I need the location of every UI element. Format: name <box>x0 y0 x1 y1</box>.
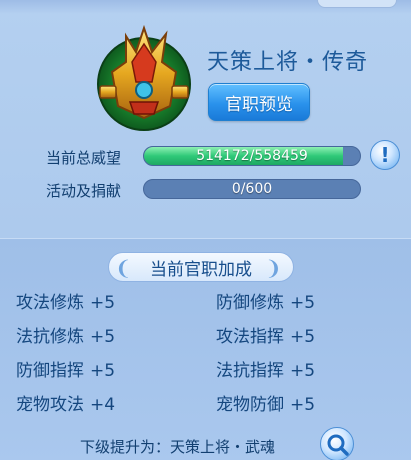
helmet-emblem-icon <box>96 22 192 132</box>
bonus-item: 防御修炼 +5 <box>216 288 315 313</box>
bonus-header: ❨ 当前官职加成 ❩ <box>108 252 294 282</box>
bonus-item-value: +5 <box>290 327 316 347</box>
bonus-item-value: +5 <box>290 361 316 381</box>
bonus-item-name: 法抗修炼 <box>16 327 84 347</box>
bonus-item-value: +5 <box>90 327 116 347</box>
rank-panel: 天策上将・传奇 官职预览 当前总威望 514172/558459 ! 活动及捐献… <box>0 0 411 460</box>
bonus-item-value: +5 <box>290 395 316 415</box>
prestige-label: 当前总威望 <box>46 149 122 167</box>
prestige-value: 514172/558459 <box>196 148 308 164</box>
bonus-item-name: 法抗指挥 <box>216 361 284 381</box>
bonus-item-value: +4 <box>90 395 116 415</box>
prestige-progress-bar: 514172/558459 <box>143 146 361 166</box>
bonus-item: 法抗修炼 +5 <box>16 322 115 347</box>
bonus-item-name: 防御修炼 <box>216 293 284 313</box>
bonus-item-name: 宠物攻法 <box>16 395 84 415</box>
swirl-right-icon: ❩ <box>265 256 282 280</box>
bonus-item-value: +5 <box>90 293 116 313</box>
swirl-left-icon: ❨ <box>115 256 132 280</box>
magnifier-icon[interactable] <box>320 427 354 460</box>
next-rank-text: 下级提升为：天策上将・武魂 <box>80 438 276 456</box>
donation-label: 活动及捐献 <box>46 182 122 200</box>
bonus-header-label: 当前官职加成 <box>150 259 252 280</box>
bonus-item-value: +5 <box>290 293 316 313</box>
bonus-item-name: 攻法指挥 <box>216 327 284 347</box>
bonus-item-name: 防御指挥 <box>16 361 84 381</box>
donation-progress-bar: 0/600 <box>143 179 361 199</box>
bonus-item-name: 攻法修炼 <box>16 293 84 313</box>
bonus-item-name: 宠物防御 <box>216 395 284 415</box>
bonus-item: 攻法指挥 +5 <box>216 322 315 347</box>
donation-value: 0/600 <box>231 181 273 197</box>
top-edge-button[interactable] <box>317 0 397 8</box>
bonus-item: 宠物攻法 +4 <box>16 390 115 415</box>
rank-title: 天策上将・传奇 <box>207 50 369 75</box>
bonus-item: 防御指挥 +5 <box>16 356 115 381</box>
bonus-item: 法抗指挥 +5 <box>216 356 315 381</box>
bonus-item: 宠物防御 +5 <box>216 390 315 415</box>
bonus-item: 攻法修炼 +5 <box>16 288 115 313</box>
exclamation-info-icon[interactable]: ! <box>370 140 400 170</box>
bonus-item-value: +5 <box>90 361 116 381</box>
rank-preview-button[interactable]: 官职预览 <box>208 83 310 121</box>
